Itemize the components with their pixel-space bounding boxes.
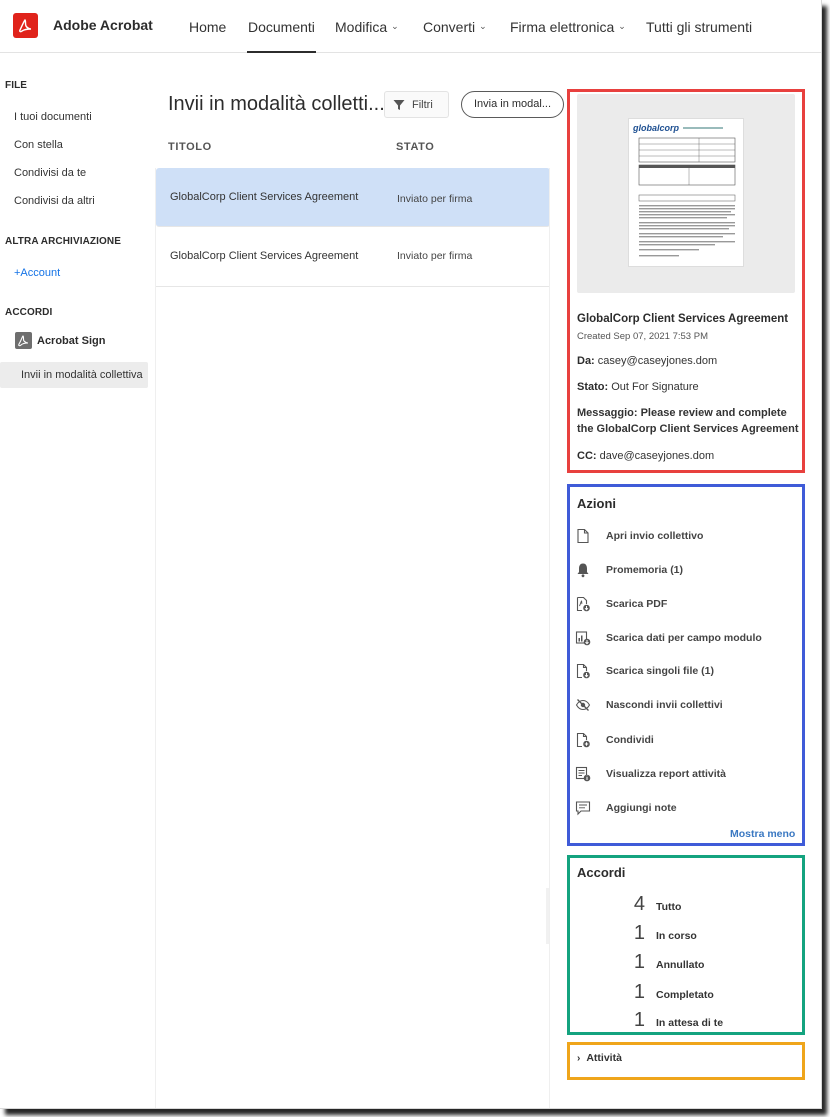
nav-convert[interactable]: Converti ⌄ xyxy=(423,0,487,53)
row-title: GlobalCorp Client Services Agreement xyxy=(170,250,359,262)
chevron-down-icon: ⌄ xyxy=(479,21,487,31)
stat-count-cancelled: 1 xyxy=(633,951,645,973)
status-info: Stato: Out For Signature xyxy=(577,381,699,393)
share-document-icon xyxy=(576,732,590,748)
sidebar: FILE I tuoi documenti Con stella Condivi… xyxy=(0,53,150,1108)
stat-link-all[interactable]: Tutto xyxy=(656,901,681,913)
stat-count-all: 4 xyxy=(633,893,645,915)
agreements-list: GlobalCorp Client Services Agreement Inv… xyxy=(155,168,550,1108)
table-row[interactable]: GlobalCorp Client Services Agreement Inv… xyxy=(156,228,550,287)
stat-link-completed[interactable]: Completato xyxy=(656,989,714,1001)
agreements-title: Accordi xyxy=(577,865,626,880)
stat-count-completed: 1 xyxy=(633,981,645,1003)
chevron-down-icon: ⌄ xyxy=(618,21,626,31)
table-row[interactable]: GlobalCorp Client Services Agreement Inv… xyxy=(156,168,550,227)
sidebar-item-my-documents[interactable]: I tuoi documenti xyxy=(14,111,92,123)
activity-report-icon xyxy=(575,766,591,782)
top-bar: Adobe Acrobat Home Documenti Modifica ⌄ C… xyxy=(0,0,821,53)
action-download-pdf[interactable]: Scarica PDF xyxy=(575,596,800,614)
row-status: Inviato per firma xyxy=(397,193,473,205)
sender-info: Da: casey@caseyjones.dom xyxy=(577,355,718,367)
nav-documents[interactable]: Documenti xyxy=(247,0,316,53)
page-title: Invii in modalità colletti... xyxy=(168,93,385,115)
stat-link-in-progress[interactable]: In corso xyxy=(656,930,697,942)
action-hide-bulk-sends[interactable]: Nascondi invii collettivi xyxy=(575,697,800,715)
nav-all-tools[interactable]: Tutti gli strumenti xyxy=(646,0,752,53)
sidebar-heading-agreements: ACCORDI xyxy=(5,307,53,318)
download-form-data-icon xyxy=(575,631,591,646)
activity-toggle[interactable]: › Attività xyxy=(577,1052,622,1064)
download-files-icon xyxy=(576,663,590,679)
sidebar-item-label: Invii in modalità collettiva xyxy=(21,369,143,381)
panel-divider xyxy=(549,168,550,1108)
action-open-bulk-send[interactable]: Apri invio collettivo xyxy=(575,528,800,546)
show-less-link[interactable]: Mostra meno xyxy=(730,828,795,840)
add-account-link[interactable]: +Account xyxy=(14,267,60,279)
message-info: Messaggio: Please review and complete th… xyxy=(577,407,799,435)
action-download-individual-files[interactable]: Scarica singoli file (1) xyxy=(575,663,800,681)
app-name: Adobe Acrobat xyxy=(53,17,153,33)
agreements-highlight xyxy=(567,855,805,1035)
bulk-send-button[interactable]: Invia in modal... xyxy=(461,91,564,118)
acrobat-sign-icon xyxy=(15,332,32,349)
bell-icon xyxy=(577,563,589,578)
document-page-preview: globalcorp xyxy=(628,118,744,267)
filter-label: Filtri xyxy=(412,99,433,111)
chevron-right-icon: › xyxy=(577,1053,581,1064)
action-share[interactable]: Condividi xyxy=(575,732,800,750)
action-download-form-data[interactable]: Scarica dati per campo modulo xyxy=(575,630,800,648)
column-header-status[interactable]: STATO xyxy=(396,141,434,153)
stat-link-cancelled[interactable]: Annullato xyxy=(656,959,704,971)
row-title: GlobalCorp Client Services Agreement xyxy=(170,191,359,203)
stat-link-waiting[interactable]: In attesa di te xyxy=(656,1017,723,1029)
eye-slash-icon xyxy=(575,699,591,711)
app-window: Adobe Acrobat Home Documenti Modifica ⌄ C… xyxy=(0,0,822,1109)
action-view-activity-report[interactable]: Visualizza report attività xyxy=(575,766,800,784)
cc-info: CC: dave@caseyjones.dom xyxy=(577,450,715,462)
sidebar-heading-other-storage: ALTRA ARCHIVIAZIONE xyxy=(5,236,121,247)
chevron-down-icon: ⌄ xyxy=(391,21,399,31)
stat-count-in-progress: 1 xyxy=(633,922,645,944)
actions-title: Azioni xyxy=(577,496,616,511)
action-add-notes[interactable]: Aggiungi note xyxy=(575,800,800,818)
document-title: GlobalCorp Client Services Agreement xyxy=(577,313,789,325)
nav-esign[interactable]: Firma elettronica ⌄ xyxy=(510,0,626,53)
sidebar-item-starred[interactable]: Con stella xyxy=(14,139,63,151)
filter-button[interactable]: Filtri xyxy=(384,91,449,118)
download-pdf-icon xyxy=(576,596,590,612)
row-status: Inviato per firma xyxy=(397,250,473,262)
stat-count-waiting: 1 xyxy=(633,1009,645,1031)
nav-edit[interactable]: Modifica ⌄ xyxy=(335,0,399,53)
acrobat-logo-icon[interactable] xyxy=(13,13,38,38)
sidebar-item-shared-by-others[interactable]: Condivisi da altri xyxy=(14,195,95,207)
filter-icon xyxy=(393,100,405,110)
sidebar-item-shared-by-you[interactable]: Condivisi da te xyxy=(14,167,86,179)
action-reminder[interactable]: Promemoria (1) xyxy=(575,562,800,580)
scrollbar[interactable] xyxy=(546,888,549,944)
sidebar-item-acrobat-sign[interactable]: Acrobat Sign xyxy=(37,335,105,347)
sidebar-heading-file: FILE xyxy=(5,80,28,91)
document-icon xyxy=(577,528,589,544)
sidebar-item-bulk-send[interactable]: Invii in modalità collettiva xyxy=(0,362,148,388)
column-header-title[interactable]: TITOLO xyxy=(168,141,212,153)
thumbnail-logo: globalcorp xyxy=(632,123,680,133)
document-created-date: Created Sep 07, 2021 7:53 PM xyxy=(577,331,708,342)
comment-icon xyxy=(575,801,591,816)
nav-home[interactable]: Home xyxy=(189,0,226,53)
